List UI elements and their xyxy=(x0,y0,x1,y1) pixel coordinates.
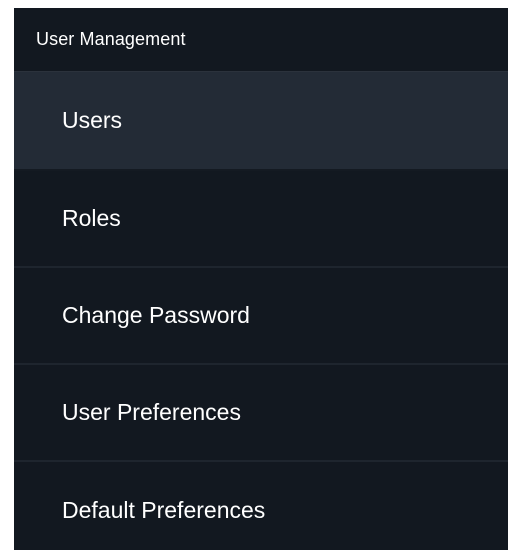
menu-item-roles[interactable]: Roles xyxy=(14,171,508,268)
menu-item-label: User Preferences xyxy=(62,399,241,425)
menu-item-label: Default Preferences xyxy=(62,497,266,523)
menu-item-change-password[interactable]: Change Password xyxy=(14,268,508,365)
menu-item-label: Users xyxy=(62,107,123,133)
user-management-menu: User Management Users Roles Change Passw… xyxy=(14,8,508,550)
menu-item-user-preferences[interactable]: User Preferences xyxy=(14,365,508,462)
menu-title: User Management xyxy=(36,29,186,49)
menu-item-label: Change Password xyxy=(62,302,250,328)
menu-item-users[interactable]: Users xyxy=(14,72,508,171)
menu-item-default-preferences[interactable]: Default Preferences xyxy=(14,462,508,559)
menu-list: Users Roles Change Password User Prefere… xyxy=(14,72,508,559)
menu-item-label: Roles xyxy=(62,205,121,231)
menu-header: User Management xyxy=(14,8,508,72)
